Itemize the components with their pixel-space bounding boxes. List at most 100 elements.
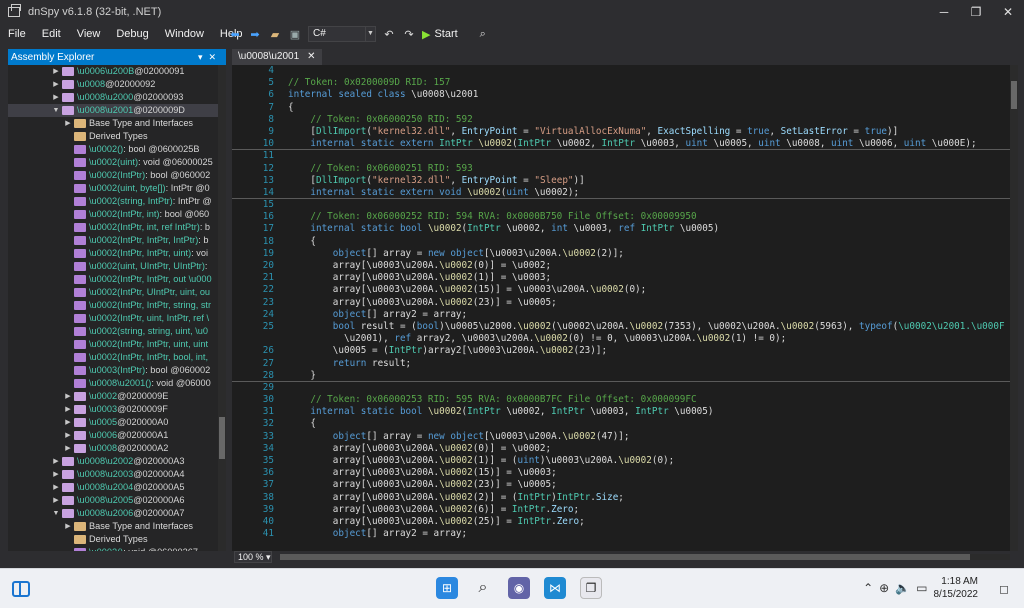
collapse-arrow-icon[interactable]: ▼ <box>52 104 60 117</box>
open-folder-icon[interactable]: ▰ <box>268 27 282 41</box>
tree-item[interactable]: Derived Types <box>8 533 226 546</box>
tree-item-name: \u0008 <box>77 79 106 89</box>
start-debug-button[interactable]: ▶ Start <box>422 28 458 41</box>
assembly-explorer: Assembly Explorer ▾✕ ▶ \u0006\u200B @0200… <box>8 49 226 551</box>
taskbar-apps: ⊞ ⌕ ◉ ⋈ ❐ <box>436 577 602 599</box>
restore-icon[interactable]: ❐ <box>960 0 992 24</box>
tree-item[interactable]: \u0003(IntPtr) : bool @060002 <box>8 364 226 377</box>
expand-arrow-icon[interactable]: ▶ <box>52 481 60 494</box>
tree-item[interactable]: ▶ \u0008\u2002 @020000A3 <box>8 455 226 468</box>
line-number: 18 <box>262 235 274 247</box>
widgets-icon[interactable] <box>12 581 30 597</box>
notification-icon[interactable]: ◻ <box>984 569 1024 608</box>
tree-item[interactable]: ▶ \u0006\u200B @02000091 <box>8 65 226 78</box>
expand-arrow-icon[interactable]: ▶ <box>64 117 72 130</box>
tree-item[interactable]: ▶ \u0008\u2000 @02000093 <box>8 91 226 104</box>
expand-arrow-icon[interactable]: ▶ <box>64 416 72 429</box>
close-tab-icon[interactable]: ✕ <box>307 49 315 65</box>
expand-arrow-icon[interactable]: ▶ <box>52 494 60 507</box>
expand-arrow-icon[interactable]: ▶ <box>64 390 72 403</box>
search-icon[interactable]: ⌕ <box>476 27 490 41</box>
tree-item[interactable]: ▶ \u0008 @020000A2 <box>8 442 226 455</box>
tree-item[interactable]: \u0002(IntPtr, int, ref IntPtr) : b <box>8 221 226 234</box>
horizontal-scrollbar-thumb[interactable] <box>280 554 970 560</box>
tree-item[interactable]: ▶ \u0005 @020000A0 <box>8 416 226 429</box>
expand-arrow-icon[interactable]: ▶ <box>52 455 60 468</box>
taskbar-search-icon[interactable]: ⌕ <box>472 577 494 599</box>
teams-chat-icon[interactable]: ◉ <box>508 577 530 599</box>
tree-item[interactable]: \u0002(IntPtr) : bool @060002 <box>8 169 226 182</box>
tree-item[interactable]: ▼ \u0008\u2001 @0200009D <box>8 104 226 117</box>
windows-start-icon[interactable]: ⊞ <box>436 577 458 599</box>
tree-item[interactable]: ▶ Base Type and Interfaces <box>8 520 226 533</box>
tree-item[interactable]: \u0002(IntPtr, IntPtr, uint, uint <box>8 338 226 351</box>
expand-arrow-icon[interactable]: ▶ <box>64 520 72 533</box>
tree-item[interactable]: \u0002(uint, byte[]) : IntPtr @0 <box>8 182 226 195</box>
expand-arrow-icon[interactable]: ▶ <box>52 468 60 481</box>
editor-scrollbar[interactable] <box>1010 65 1018 551</box>
tree-item[interactable]: \u0002(IntPtr, UIntPtr, uint, ou <box>8 286 226 299</box>
battery-icon[interactable]: ▭ <box>916 581 927 595</box>
tree-item[interactable]: \u0002(IntPtr, IntPtr, string, str <box>8 299 226 312</box>
dnspy-taskbar-icon[interactable]: ❐ <box>580 577 602 599</box>
tree-item[interactable]: \u0002(uint) : void @06000025 <box>8 156 226 169</box>
tree-item-detail: Base Type and Interfaces <box>89 521 194 531</box>
panel-header-icons[interactable]: ▾✕ <box>198 52 226 63</box>
menu-view[interactable]: View <box>69 28 109 40</box>
save-icon[interactable]: ▣ <box>288 27 302 41</box>
code-editor[interactable]: 4 5 // Token: 0x0200009D RID: 157 6 internal… <box>232 65 1018 551</box>
expand-arrow-icon[interactable]: ▶ <box>64 442 72 455</box>
vscode-icon[interactable]: ⋈ <box>544 577 566 599</box>
collapse-arrow-icon[interactable]: ▼ <box>52 507 60 520</box>
tree-item[interactable]: \u0002(IntPtr, IntPtr, uint) : voi <box>8 247 226 260</box>
editor-scrollbar-thumb[interactable] <box>1011 81 1017 109</box>
expand-arrow-icon[interactable]: ▶ <box>52 91 60 104</box>
chevron-up-icon[interactable]: ⌃ <box>863 581 873 595</box>
editor-tab[interactable]: \u0008\u2001 ✕ <box>232 49 322 65</box>
language-select[interactable]: C# ▼ <box>308 26 376 42</box>
speaker-icon[interactable]: 🔈 <box>895 581 910 595</box>
language-globe-icon[interactable]: ⊕ <box>879 581 889 595</box>
clock[interactable]: 1:18 AM 8/15/2022 <box>934 575 979 601</box>
tree-item[interactable]: ▼ \u0008\u2006 @020000A7 <box>8 507 226 520</box>
expand-arrow-icon[interactable]: ▶ <box>64 429 72 442</box>
back-icon[interactable]: ⬅ <box>228 27 242 41</box>
tree-item[interactable]: \u0002(string, IntPtr) : IntPtr @ <box>8 195 226 208</box>
tree-item[interactable]: \u0002(IntPtr, IntPtr, bool, int, <box>8 351 226 364</box>
forward-icon[interactable]: ➡ <box>248 27 262 41</box>
tree-item[interactable]: ▶ Base Type and Interfaces <box>8 117 226 130</box>
expand-arrow-icon[interactable]: ▶ <box>64 403 72 416</box>
menu-edit[interactable]: Edit <box>34 28 69 40</box>
tree-scrollbar-thumb[interactable] <box>219 417 225 459</box>
menu-window[interactable]: Window <box>157 28 212 40</box>
tree-item[interactable]: \u0002(IntPtr, IntPtr, IntPtr) : b <box>8 234 226 247</box>
minimize-icon[interactable]: ─ <box>928 0 960 24</box>
tree-item[interactable]: \u0002(IntPtr, uint, IntPtr, ref \ <box>8 312 226 325</box>
tree-item[interactable]: \u0002(string, string, uint, \u0 <box>8 325 226 338</box>
expand-arrow-icon[interactable]: ▶ <box>52 78 60 91</box>
redo-icon[interactable]: ↷ <box>402 27 416 41</box>
tree-item[interactable]: \u0002() : void @06000267 <box>8 546 226 551</box>
undo-icon[interactable]: ↶ <box>382 27 396 41</box>
code-line: 25 bool result = (bool)\u0005\u2000.\u00… <box>232 321 1018 333</box>
close-icon[interactable]: ✕ <box>992 0 1024 24</box>
tree-item[interactable]: \u0002(uint, UIntPtr, UIntPtr) : <box>8 260 226 273</box>
horizontal-scrollbar[interactable] <box>280 554 1010 560</box>
zoom-select[interactable]: 100 % ▾ <box>234 551 272 563</box>
tree-item[interactable]: ▶ \u0008\u2004 @020000A5 <box>8 481 226 494</box>
tree-item[interactable]: ▶ \u0008\u2003 @020000A4 <box>8 468 226 481</box>
tree-item[interactable]: \u0002(IntPtr, int) : bool @060 <box>8 208 226 221</box>
tree-item[interactable]: ▶ \u0008 @02000092 <box>8 78 226 91</box>
tree-item[interactable]: ▶ \u0002 @0200009E <box>8 390 226 403</box>
menu-file[interactable]: File <box>0 28 34 40</box>
expand-arrow-icon[interactable]: ▶ <box>52 65 60 78</box>
tree-item[interactable]: ▶ \u0008\u2005 @020000A6 <box>8 494 226 507</box>
tree-item[interactable]: \u0002(IntPtr, IntPtr, out \u000 <box>8 273 226 286</box>
tree-item[interactable]: ▶ \u0006 @020000A1 <box>8 429 226 442</box>
tree-item[interactable]: \u0008\u2001() : void @06000 <box>8 377 226 390</box>
menu-debug[interactable]: Debug <box>108 28 156 40</box>
tree-item[interactable]: Derived Types <box>8 130 226 143</box>
tree-item[interactable]: ▶ \u0003 @0200009F <box>8 403 226 416</box>
tree-item[interactable]: \u0002() : bool @0600025B <box>8 143 226 156</box>
tree-scrollbar[interactable] <box>218 65 226 551</box>
